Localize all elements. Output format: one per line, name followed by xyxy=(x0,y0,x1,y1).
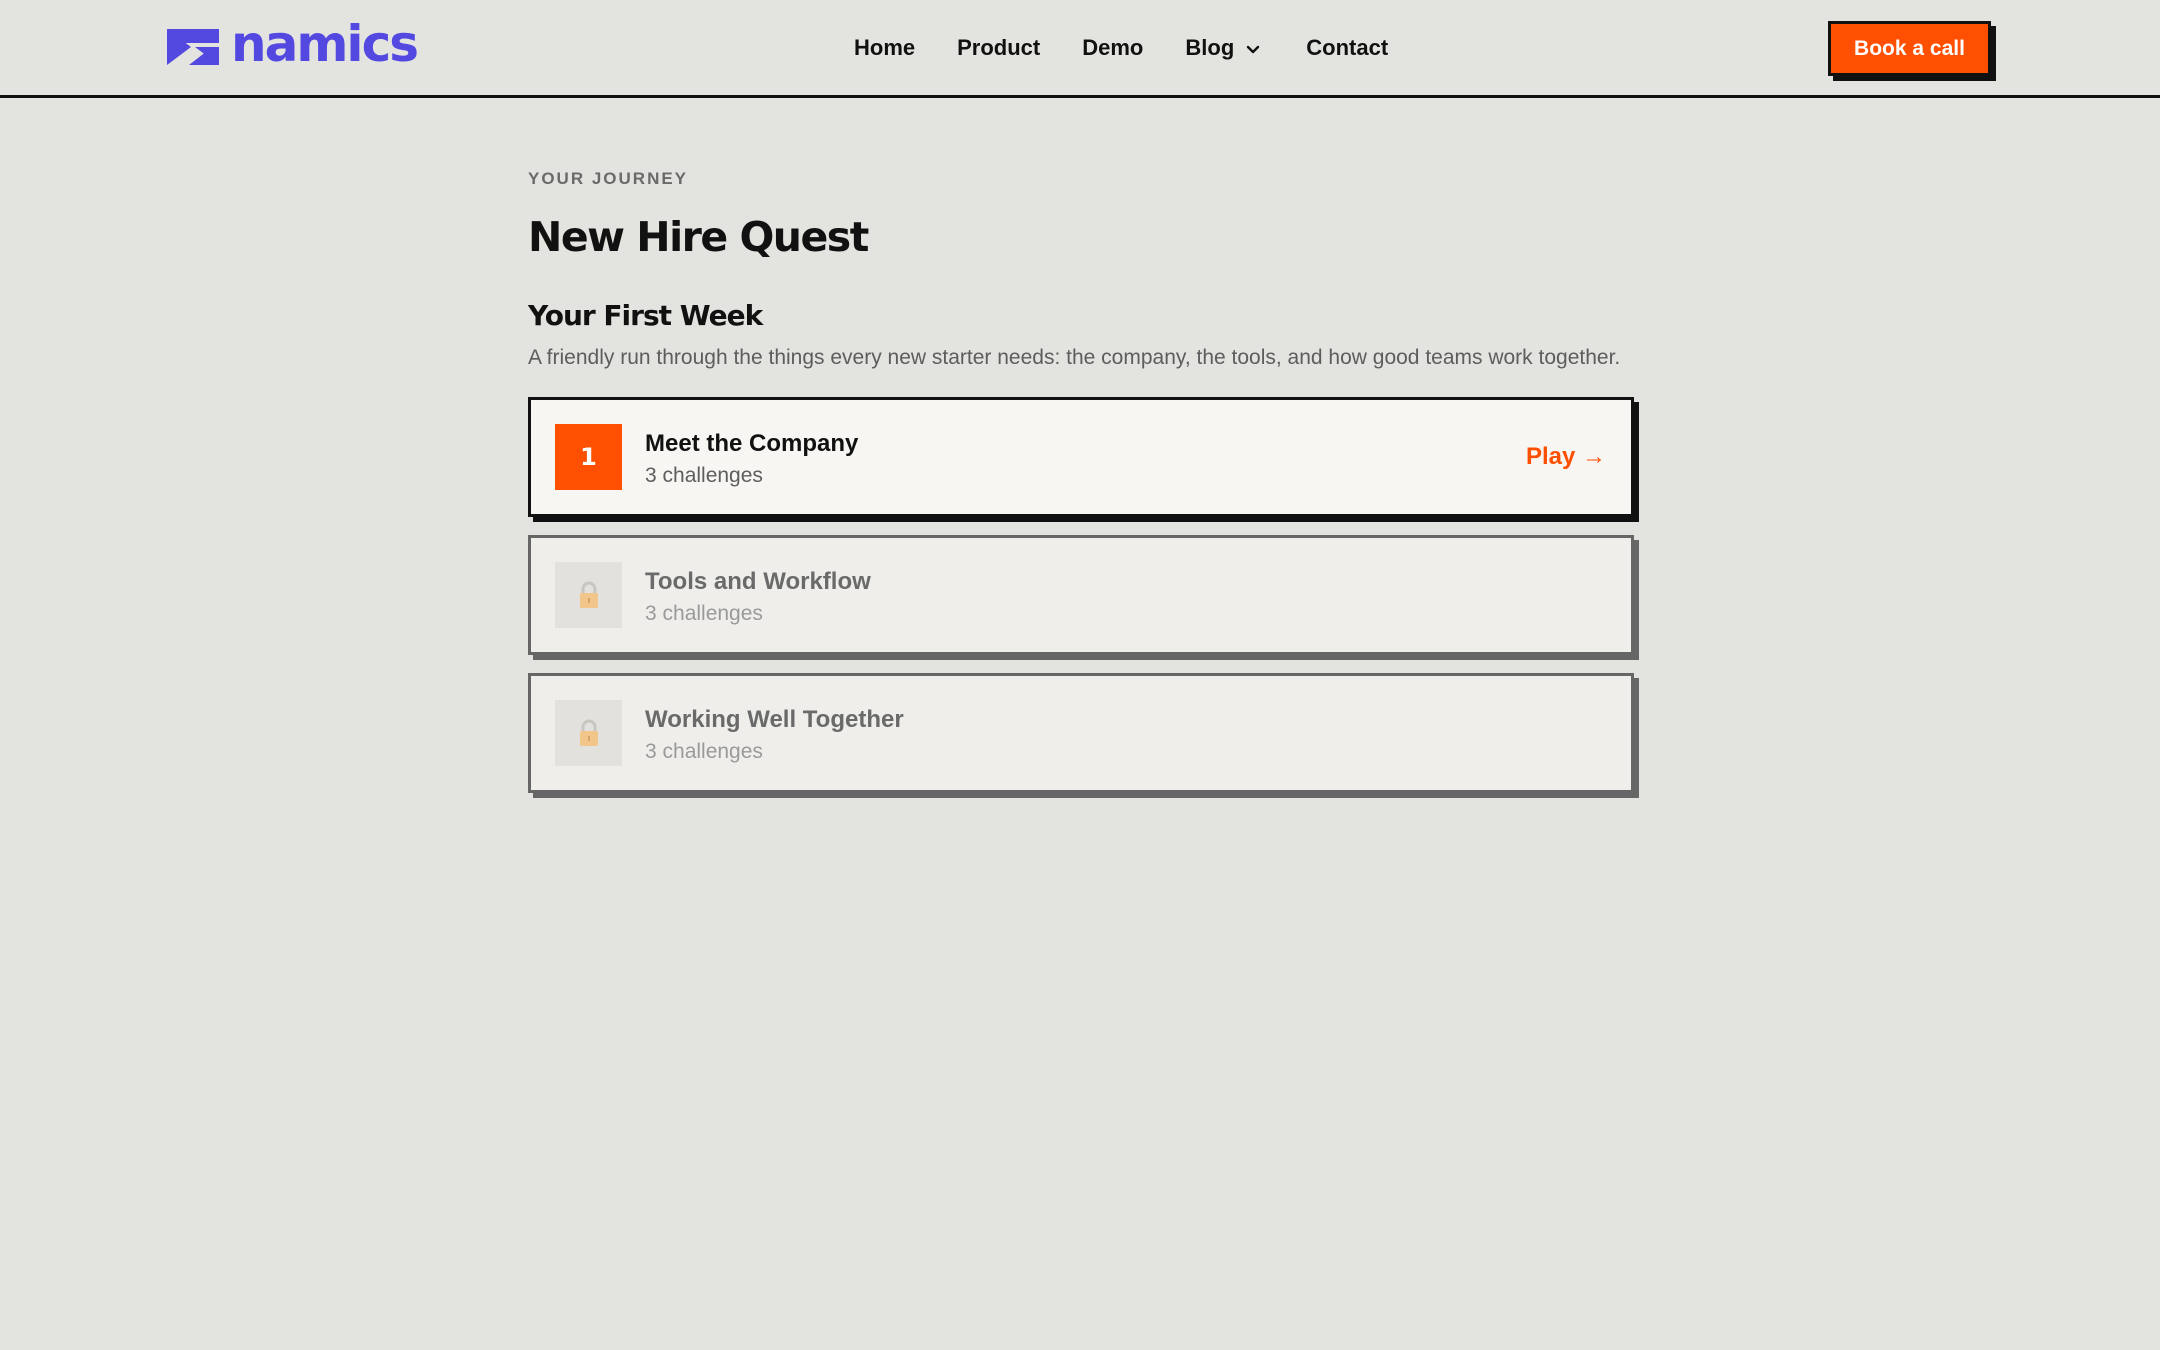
level-challenge-count: 3 challenges xyxy=(645,602,763,625)
level-title: Working Well Together xyxy=(645,706,904,733)
main-nav: Home Product Demo Blog Contact xyxy=(854,0,1430,96)
level-challenge-count: 3 challenges xyxy=(645,740,763,763)
page-title: New Hire Quest xyxy=(528,213,869,261)
nav-home[interactable]: Home xyxy=(854,35,915,61)
level-number-badge: 1 xyxy=(555,424,622,490)
book-a-call-button[interactable]: Book a call xyxy=(1828,21,1991,76)
level-challenge-count: 3 challenges xyxy=(645,464,763,487)
level-card-meet-the-company[interactable]: 1 Meet the Company 3 challenges Play → xyxy=(528,397,1634,517)
section-description: A friendly run through the things every … xyxy=(528,346,1621,369)
nav-product[interactable]: Product xyxy=(957,35,1040,61)
brand-name: namics xyxy=(231,15,419,73)
logo-mark-icon xyxy=(167,29,219,65)
nav-blog[interactable]: Blog xyxy=(1185,35,1260,61)
section-title: Your First Week xyxy=(528,299,763,332)
lock-icon xyxy=(555,700,622,766)
quest-main: YOUR JOURNEY New Hire Quest Your First W… xyxy=(528,168,1634,811)
level-card-working-well-together: Working Well Together 3 challenges xyxy=(528,673,1634,793)
level-title: Tools and Workflow xyxy=(645,568,871,595)
level-card-tools-and-workflow: Tools and Workflow 3 challenges xyxy=(528,535,1634,655)
play-button[interactable]: Play → xyxy=(1526,442,1606,472)
level-title: Meet the Company xyxy=(645,430,859,457)
eyebrow-label: YOUR JOURNEY xyxy=(528,169,689,188)
nav-contact[interactable]: Contact xyxy=(1306,35,1388,61)
site-header: namics Home Product Demo Blog Contact Bo… xyxy=(0,0,2160,98)
nav-demo[interactable]: Demo xyxy=(1082,35,1143,61)
brand-logo[interactable]: namics xyxy=(167,15,419,73)
level-list: 1 Meet the Company 3 challenges Play → T… xyxy=(528,397,1634,793)
nav-blog-label: Blog xyxy=(1185,35,1235,60)
chevron-down-icon xyxy=(1246,35,1260,61)
lock-icon xyxy=(555,562,622,628)
cta-wrapper: Book a call xyxy=(1828,21,1991,76)
